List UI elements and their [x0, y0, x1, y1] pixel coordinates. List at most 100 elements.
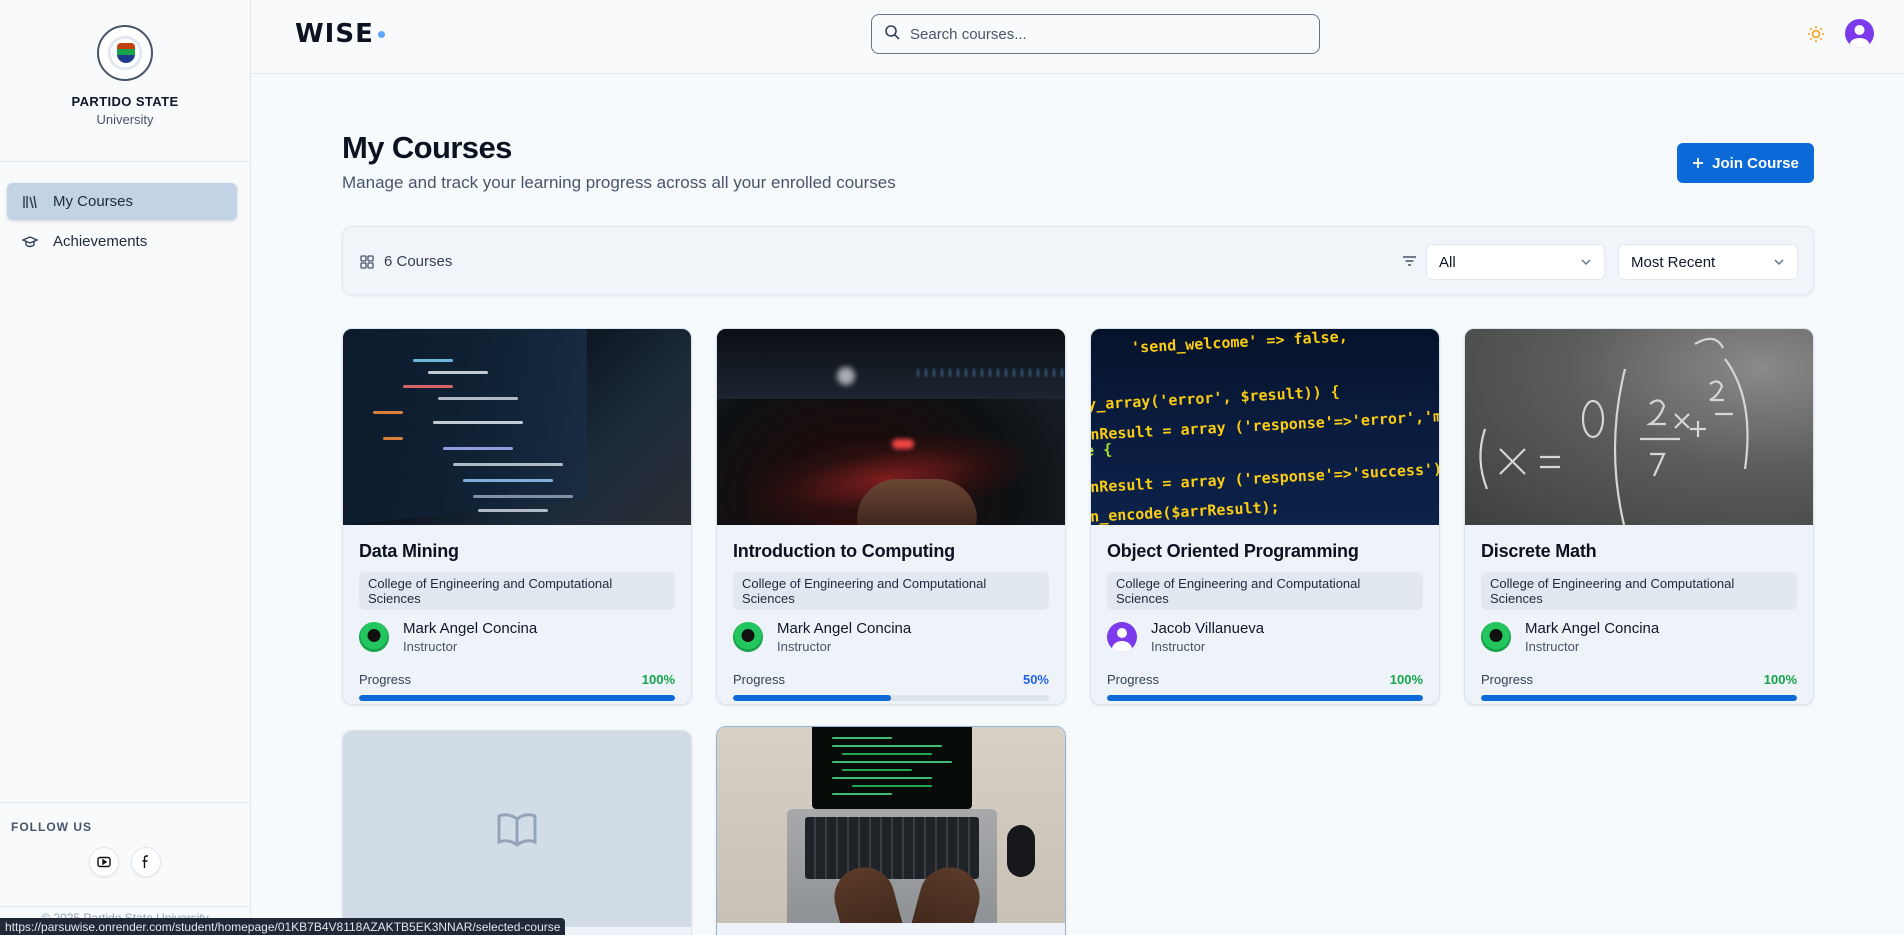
- university-subtitle: University: [96, 112, 154, 127]
- sidebar-nav: My Courses Achievements: [0, 162, 250, 260]
- instructor-name: Mark Angel Concina: [1525, 620, 1660, 637]
- instructor-avatar: [733, 622, 763, 652]
- instructor-avatar: [1481, 622, 1511, 652]
- user-avatar[interactable]: [1845, 19, 1874, 48]
- page-subtitle: Manage and track your learning progress …: [342, 173, 896, 192]
- instructor-role: Instructor: [403, 639, 458, 654]
- instructor-role: Instructor: [1151, 639, 1206, 654]
- course-cover-image: [343, 329, 691, 525]
- instructor-name: Jacob Villanueva: [1151, 620, 1265, 637]
- top-header: WISE: [251, 0, 1904, 74]
- code-line: y_array('error', $result)) {: [1091, 382, 1341, 414]
- code-line: e {: [1091, 440, 1113, 460]
- sidebar-item-achievements[interactable]: Achievements: [7, 223, 237, 260]
- progress-label: Progress: [359, 672, 412, 687]
- follow-us-section: FOLLOW US: [0, 802, 250, 877]
- progress-bar-fill: [359, 695, 675, 701]
- book-open-icon: [497, 813, 537, 847]
- chevron-down-icon: [1774, 259, 1784, 266]
- status-filter-select[interactable]: All: [1426, 244, 1605, 280]
- instructor-info: Mark Angel Concina Instructor: [1481, 620, 1797, 654]
- course-title: Data Mining: [359, 541, 459, 561]
- progress-bar-fill: [733, 695, 891, 701]
- instructor-name: Mark Angel Concina: [403, 620, 538, 637]
- sidebar-item-label: Achievements: [53, 233, 148, 250]
- instructor-name: Mark Angel Concina: [777, 620, 912, 637]
- progress-label: Progress: [1481, 672, 1534, 687]
- sidebar-item-my-courses[interactable]: My Courses: [7, 183, 237, 220]
- instructor-avatar: [1107, 622, 1137, 652]
- plus-icon: [1693, 158, 1704, 168]
- progress-value: 100%: [641, 672, 675, 687]
- filter-bar: 6 Courses All Most Recent: [342, 226, 1814, 295]
- course-card-object-oriented-programming[interactable]: 'send_welcome' => false, y_array('error'…: [1090, 328, 1440, 705]
- follow-us-title: FOLLOW US: [11, 820, 92, 834]
- course-card-6[interactable]: [716, 726, 1066, 935]
- progress-bar: [1481, 695, 1797, 701]
- course-title: Object Oriented Programming: [1107, 541, 1359, 561]
- course-cover-image: [1465, 329, 1813, 525]
- progress-value: 50%: [1022, 672, 1049, 687]
- course-cover-image: 'send_welcome' => false, y_array('error'…: [1091, 329, 1439, 525]
- search-bar: [871, 14, 1320, 54]
- course-count-label: 6 Courses: [384, 253, 453, 270]
- university-name: PARTIDO STATE: [71, 94, 179, 109]
- progress-bar: [359, 695, 675, 701]
- course-card-data-mining[interactable]: Data Mining College of Engineering and C…: [342, 328, 692, 705]
- progress-bar: [1107, 695, 1423, 701]
- course-cover-image: [717, 727, 1065, 923]
- department-badge: College of Engineering and Computational…: [733, 572, 1049, 610]
- course-title: Discrete Math: [1481, 541, 1597, 561]
- instructor-info: Jacob Villanueva Instructor: [1107, 620, 1423, 654]
- page-title: My Courses: [342, 130, 512, 165]
- sidebar-brand: PARTIDO STATE University: [0, 0, 250, 162]
- progress-value: 100%: [1389, 672, 1423, 687]
- join-course-label: Join Course: [1712, 154, 1799, 172]
- search-icon: [884, 24, 900, 45]
- progress-label: Progress: [733, 672, 786, 687]
- progress-bar: [733, 695, 1049, 701]
- sort-value: Most Recent: [1631, 253, 1716, 271]
- progress-bar-fill: [1107, 695, 1423, 701]
- sort-select[interactable]: Most Recent: [1618, 244, 1798, 280]
- instructor-info: Mark Angel Concina Instructor: [359, 620, 675, 654]
- facebook-icon[interactable]: [131, 847, 161, 877]
- progress-bar-fill: [1481, 695, 1797, 701]
- code-line: onResult = array ('response'=>'success')…: [1091, 459, 1439, 497]
- theme-toggle-sun-icon[interactable]: [1807, 25, 1825, 48]
- course-card-5[interactable]: [342, 730, 692, 935]
- chevron-down-icon: [1581, 259, 1591, 266]
- progress-value: 100%: [1763, 672, 1797, 687]
- progress-label: Progress: [1107, 672, 1160, 687]
- grid-icon: [360, 254, 374, 269]
- sidebar-item-label: My Courses: [53, 193, 134, 210]
- department-badge: College of Engineering and Computational…: [359, 572, 675, 610]
- instructor-role: Instructor: [1525, 639, 1580, 654]
- logo-dot: [377, 31, 385, 38]
- course-card-introduction-to-computing[interactable]: Introduction to Computing College of Eng…: [716, 328, 1066, 705]
- app-logo-text: WISE: [295, 19, 374, 49]
- join-course-button[interactable]: Join Course: [1677, 143, 1814, 183]
- code-line: on_encode($arrResult);: [1091, 497, 1281, 525]
- filter-icon: [1402, 254, 1417, 272]
- sidebar: PARTIDO STATE University My Courses Achi…: [0, 0, 251, 935]
- course-cover-image: [717, 329, 1065, 525]
- course-count: 6 Courses: [360, 253, 452, 270]
- instructor-info: Mark Angel Concina Instructor: [733, 620, 1049, 654]
- instructor-avatar: [359, 622, 389, 652]
- status-filter-value: All: [1439, 253, 1456, 271]
- youtube-icon[interactable]: [89, 847, 119, 877]
- department-badge: College of Engineering and Computational…: [1481, 572, 1797, 610]
- university-seal-logo: [97, 25, 153, 81]
- library-icon: [20, 194, 40, 210]
- code-line: 'send_welcome' => false,: [1130, 329, 1349, 357]
- course-card-discrete-math[interactable]: Discrete Math College of Engineering and…: [1464, 328, 1814, 705]
- app-logo[interactable]: WISE: [295, 19, 385, 49]
- browser-status-url: https://parsuwise.onrender.com/student/h…: [0, 918, 566, 935]
- search-input[interactable]: [910, 25, 1290, 43]
- instructor-role: Instructor: [777, 639, 832, 654]
- department-badge: College of Engineering and Computational…: [1107, 572, 1423, 610]
- course-cover-placeholder: [343, 731, 691, 927]
- graduation-cap-icon: [20, 235, 40, 249]
- course-title: Introduction to Computing: [733, 541, 955, 561]
